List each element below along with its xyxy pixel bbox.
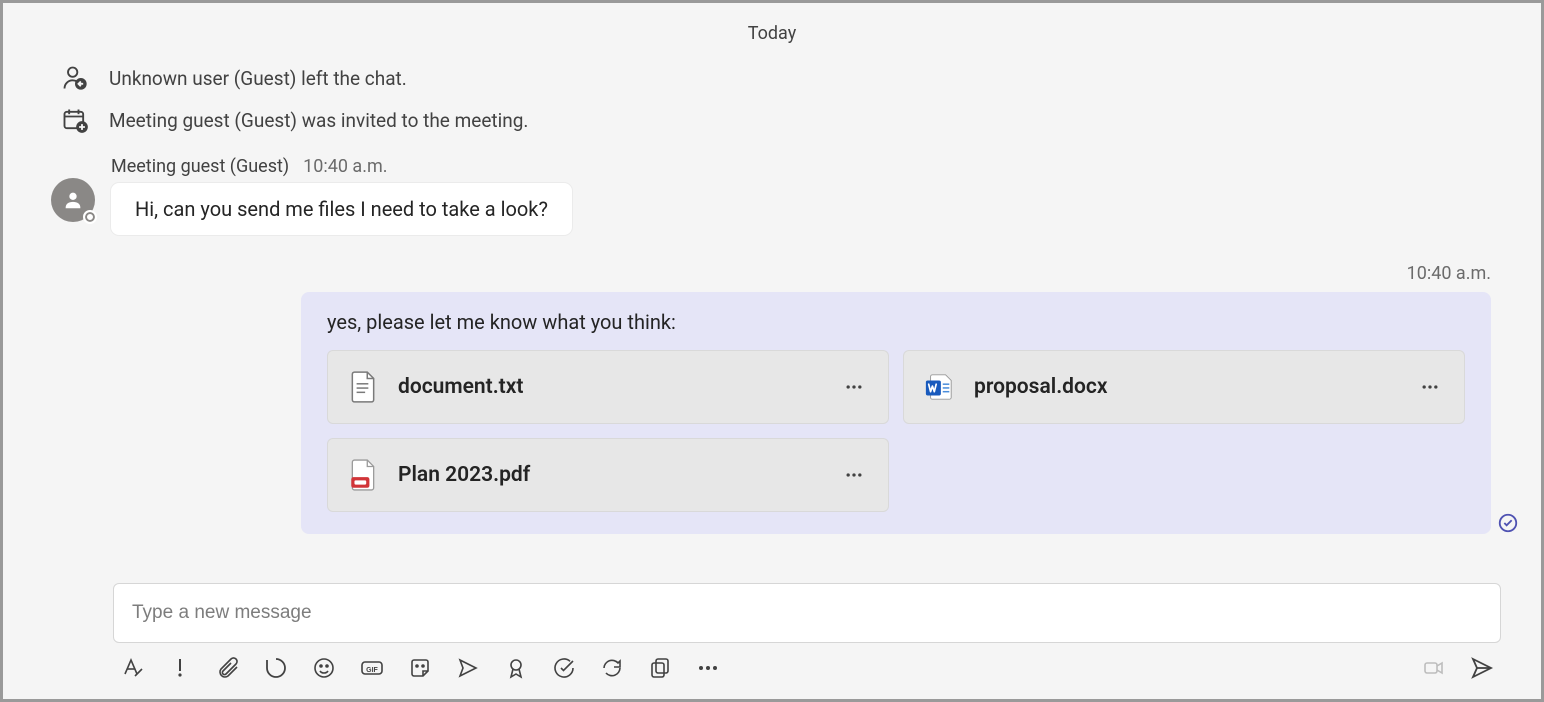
outgoing-bubble[interactable]: yes, please let me know what you think: … [301, 292, 1491, 534]
updates-button[interactable] [599, 655, 625, 681]
compose-toolbar: GIF [113, 655, 1501, 681]
attachment-more-button[interactable] [840, 461, 868, 489]
attachment-card[interactable]: Plan 2023.pdf [327, 438, 889, 512]
message-sender: Meeting guest (Guest) [111, 156, 289, 177]
attachment-card[interactable]: document.txt [327, 350, 889, 424]
attachment-filename: document.txt [398, 375, 820, 399]
message-timestamp: 10:40 a.m. [1407, 263, 1491, 284]
actions-button[interactable] [455, 655, 481, 681]
attachment-filename: proposal.docx [974, 375, 1396, 399]
gif-button[interactable]: GIF [359, 655, 385, 681]
praise-button[interactable] [503, 655, 529, 681]
message-text: Hi, can you send me files I need to take… [135, 197, 548, 221]
attachment-card[interactable]: proposal.docx [903, 350, 1465, 424]
message-timestamp: 10:40 a.m. [303, 156, 387, 177]
system-event-invited: Meeting guest (Guest) was invited to the… [43, 106, 1501, 134]
message-input[interactable] [132, 602, 1482, 624]
pdf-file-icon [348, 457, 378, 493]
seen-icon [1497, 512, 1519, 534]
video-clip-button[interactable] [1421, 655, 1447, 681]
text-file-icon [348, 369, 378, 405]
avatar[interactable] [51, 178, 95, 222]
incoming-message: Meeting guest (Guest) 10:40 a.m. Hi, can… [43, 156, 1501, 235]
more-apps-button[interactable] [695, 655, 721, 681]
loop-button[interactable] [263, 655, 289, 681]
emoji-button[interactable] [311, 655, 337, 681]
attachment-filename: Plan 2023.pdf [398, 463, 820, 487]
send-button[interactable] [1469, 655, 1495, 681]
compose-box[interactable] [113, 583, 1501, 643]
copy-button[interactable] [647, 655, 673, 681]
incoming-bubble[interactable]: Hi, can you send me files I need to take… [111, 183, 572, 235]
calendar-add-icon [61, 106, 89, 134]
system-event-left-chat: Unknown user (Guest) left the chat. [43, 64, 1501, 92]
attachment-more-button[interactable] [1416, 373, 1444, 401]
format-button[interactable] [119, 655, 145, 681]
user-left-icon [61, 64, 89, 92]
word-file-icon [924, 369, 954, 405]
attachments-grid: document.txt [327, 350, 1465, 512]
message-text: yes, please let me know what you think: [327, 310, 1465, 334]
outgoing-message: 10:40 a.m. yes, please let me know what … [43, 263, 1501, 534]
system-event-text: Meeting guest (Guest) was invited to the… [109, 109, 528, 132]
approvals-button[interactable] [551, 655, 577, 681]
priority-button[interactable] [167, 655, 193, 681]
presence-indicator [83, 210, 97, 224]
date-divider: Today [43, 23, 1501, 44]
system-event-text: Unknown user (Guest) left the chat. [109, 67, 407, 90]
svg-text:GIF: GIF [366, 667, 378, 674]
attachment-more-button[interactable] [840, 373, 868, 401]
compose-area: GIF [3, 583, 1541, 699]
attach-button[interactable] [215, 655, 241, 681]
sticker-button[interactable] [407, 655, 433, 681]
chat-scroll-area[interactable]: Today Unknown user (Guest) left the chat… [3, 3, 1541, 559]
